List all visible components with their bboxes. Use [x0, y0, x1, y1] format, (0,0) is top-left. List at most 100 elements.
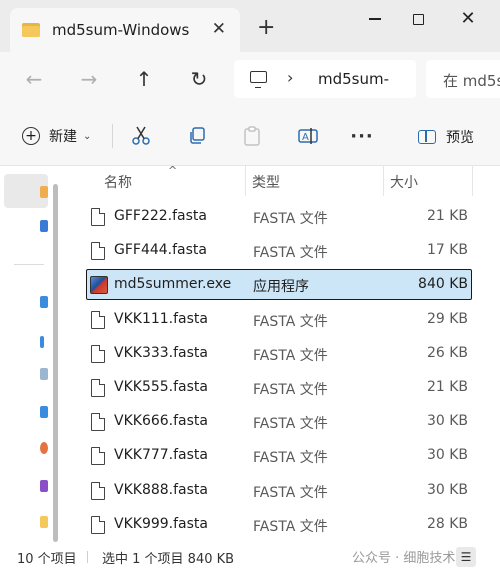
file-icon [91, 344, 105, 363]
navpane-scrollbar[interactable] [53, 184, 58, 542]
details-view-icon[interactable]: ☰ [456, 547, 476, 567]
search-input[interactable]: 在 md5s [426, 60, 500, 98]
close-icon: ✕ [460, 8, 476, 29]
watermark: 公众号 · 细胞技术 [352, 551, 456, 566]
column-header: 名称 ^ 类型 大小 [72, 166, 500, 196]
file-size: 21 KB [426, 208, 468, 224]
file-row[interactable]: md5summer.exe 应用程序 840 KB [72, 268, 500, 302]
status-divider [87, 551, 88, 563]
navigation-pane [0, 166, 72, 543]
videos-icon[interactable] [40, 480, 48, 492]
up-arrow-icon[interactable]: ↑ [130, 65, 158, 93]
file-row[interactable]: VKK999.fasta FASTA 文件 28 KB [72, 508, 500, 542]
file-row[interactable]: VKK333.fasta FASTA 文件 26 KB [72, 337, 500, 371]
downloads-icon[interactable] [40, 336, 44, 348]
file-row[interactable]: VKK666.fasta FASTA 文件 30 KB [72, 405, 500, 439]
plus-circle-icon: + [22, 127, 40, 145]
file-type: FASTA 文件 [253, 450, 328, 467]
file-type: FASTA 文件 [253, 484, 328, 501]
file-name: VKK777.fasta [114, 447, 208, 464]
column-type[interactable]: 类型 [252, 172, 280, 192]
file-size: 28 KB [426, 515, 468, 532]
breadcrumb-folder[interactable]: md5sum- [318, 70, 389, 88]
file-size: 29 KB [426, 310, 468, 327]
column-divider[interactable] [472, 166, 473, 196]
preview-pane-icon [418, 130, 436, 144]
file-size: 17 KB [426, 242, 468, 259]
column-divider[interactable] [383, 166, 384, 196]
close-tab-icon[interactable]: ✕ [212, 19, 226, 39]
file-list: 名称 ^ 类型 大小 GFF222.fasta FASTA 文件 21 KB GFF4… [72, 166, 500, 543]
nav-divider [14, 264, 44, 265]
tab-title: md5sum-Windows [52, 21, 190, 39]
title-bar: md5sum-Windows ✕ + ✕ [0, 0, 500, 52]
file-icon [91, 378, 105, 397]
file-icon [91, 310, 105, 329]
preview-label: 预览 [446, 130, 474, 146]
close-window-button[interactable]: ✕ [448, 6, 488, 32]
refresh-icon[interactable]: ↻ [185, 65, 213, 93]
file-size: 30 KB [426, 413, 468, 430]
paste-icon[interactable] [240, 124, 264, 148]
pictures-icon[interactable] [40, 406, 48, 418]
back-arrow-icon[interactable]: ← [20, 65, 48, 93]
documents-icon[interactable] [40, 368, 48, 380]
sort-ascending-icon: ^ [168, 166, 178, 177]
cut-icon[interactable] [129, 124, 153, 148]
file-icon [91, 515, 105, 534]
file-row[interactable]: VKK888.fasta FASTA 文件 30 KB [72, 474, 500, 508]
minimize-button[interactable] [355, 6, 395, 32]
music-icon[interactable] [40, 442, 48, 454]
desktop-icon[interactable] [40, 296, 48, 308]
file-icon [91, 242, 105, 261]
toolbar-divider [112, 124, 113, 148]
column-divider[interactable] [245, 166, 246, 196]
file-row[interactable]: VKK777.fasta FASTA 文件 30 KB [72, 439, 500, 473]
status-bar: 10 个项目 选中 1 个项目 840 KB 公众号 · 细胞技术 ☰ [0, 543, 500, 571]
new-tab-button[interactable]: + [257, 17, 275, 39]
folder-icon [22, 23, 40, 37]
file-icon [91, 447, 105, 466]
folder-icon[interactable] [40, 516, 48, 528]
tab-md5sum-windows[interactable]: md5sum-Windows ✕ [10, 8, 240, 52]
file-name: VKK111.fasta [114, 310, 208, 327]
navigation-bar: ← → ↑ ↻ › md5sum- 在 md5s [0, 52, 500, 106]
file-name: GFF222.fasta [114, 208, 207, 224]
file-type: FASTA 文件 [253, 416, 328, 433]
search-placeholder: 在 md5s [443, 72, 500, 90]
column-size[interactable]: 大小 [390, 172, 418, 192]
preview-pane-button[interactable]: 预览 [418, 127, 474, 147]
forward-arrow-icon[interactable]: → [75, 65, 103, 93]
file-name: VKK999.fasta [114, 515, 208, 532]
file-row[interactable]: GFF444.fasta FASTA 文件 17 KB [72, 234, 500, 268]
column-name[interactable]: 名称 [104, 172, 132, 192]
file-size: 840 KB [418, 276, 468, 293]
copy-icon[interactable] [185, 124, 209, 148]
address-bar[interactable]: › md5sum- [234, 60, 416, 98]
file-name: md5summer.exe [114, 276, 232, 293]
selection-info: 选中 1 个项目 840 KB [102, 552, 235, 567]
file-icon [91, 208, 105, 226]
file-name: VKK888.fasta [114, 481, 208, 498]
chevron-down-icon: ⌄ [83, 130, 92, 142]
file-rows: GFF222.fasta FASTA 文件 21 KB GFF444.fasta FAS… [72, 200, 500, 542]
new-button[interactable]: + 新建 ⌄ [22, 126, 91, 146]
file-type: FASTA 文件 [253, 211, 328, 227]
item-count: 10 个项目 [17, 552, 77, 567]
file-row[interactable]: VKK111.fasta FASTA 文件 29 KB [72, 303, 500, 337]
rename-icon[interactable]: A [296, 124, 320, 148]
file-type: FASTA 文件 [253, 347, 328, 364]
gallery-icon[interactable] [40, 220, 48, 232]
more-options-icon[interactable]: ··· [350, 124, 374, 148]
file-icon [91, 481, 105, 500]
file-type: FASTA 文件 [253, 245, 328, 262]
minimize-icon [369, 18, 381, 20]
file-row[interactable]: VKK555.fasta FASTA 文件 21 KB [72, 371, 500, 405]
file-type: 应用程序 [253, 279, 309, 296]
file-name: VKK666.fasta [114, 413, 208, 430]
svg-text:A: A [302, 132, 309, 143]
new-label: 新建 [49, 129, 77, 145]
chevron-right-icon[interactable]: › [287, 68, 293, 87]
file-row[interactable]: GFF222.fasta FASTA 文件 21 KB [72, 200, 500, 234]
maximize-button[interactable] [398, 6, 438, 32]
